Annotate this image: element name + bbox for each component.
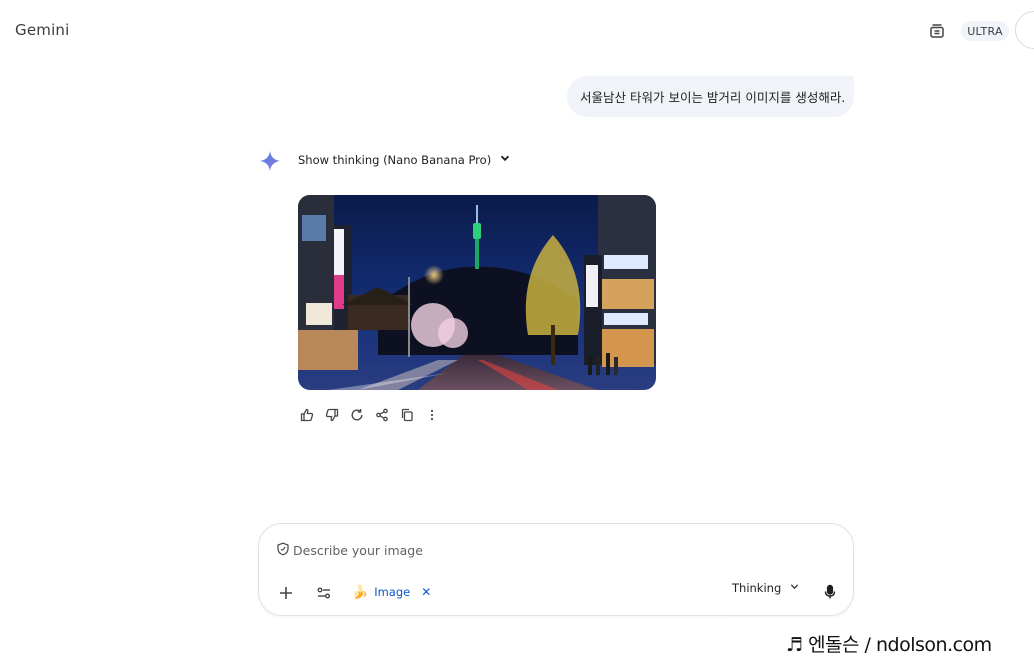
thumbs-up-icon[interactable] [298, 406, 316, 424]
more-options-icon[interactable] [423, 406, 441, 424]
copy-icon[interactable] [398, 406, 416, 424]
add-attachment-icon[interactable] [275, 582, 297, 604]
response-actions [298, 406, 441, 424]
banana-shield-icon [276, 541, 290, 560]
mode-label: Thinking [732, 581, 782, 595]
chevron-down-icon [789, 581, 800, 595]
microphone-icon[interactable] [819, 581, 841, 603]
share-icon[interactable] [373, 406, 391, 424]
prompt-input[interactable] [293, 543, 693, 558]
temporary-chat-icon[interactable] [926, 20, 948, 42]
generated-night-street-image[interactable] [298, 195, 656, 390]
plan-badge[interactable]: ULTRA [961, 21, 1009, 41]
show-thinking-label: Show thinking (Nano Banana Pro) [298, 152, 492, 167]
close-icon[interactable]: ✕ [421, 585, 431, 599]
regenerate-icon[interactable] [348, 406, 366, 424]
account-avatar[interactable] [1015, 11, 1034, 49]
gemini-app: Gemini ULTRA 서울남산 타워가 보이는 밤거리 이미지를 생성해라.… [0, 0, 1034, 669]
prompt-row [276, 541, 693, 560]
mode-selector[interactable]: Thinking [732, 581, 800, 595]
show-thinking-toggle[interactable]: Show thinking (Nano Banana Pro) [298, 152, 511, 167]
banana-icon: 🍌 [352, 584, 369, 600]
tools-icon[interactable] [313, 582, 335, 604]
watermark-text: ♬ 엔돌슨 / ndolson.com [730, 618, 1034, 669]
app-title[interactable]: Gemini [15, 21, 70, 39]
user-prompt-text: 서울남산 타워가 보이는 밤거리 이미지를 생성해라. [580, 90, 846, 105]
user-prompt-bubble: 서울남산 타워가 보이는 밤거리 이미지를 생성해라. [567, 76, 854, 117]
image-tool-chip[interactable]: 🍌 Image ✕ [352, 580, 431, 604]
prompt-composer: 🍌 Image ✕ Thinking [258, 523, 854, 616]
thumbs-down-icon[interactable] [323, 406, 341, 424]
chevron-down-icon [499, 152, 511, 167]
image-tool-label: Image [374, 585, 411, 599]
gemini-spark-icon [259, 150, 281, 172]
